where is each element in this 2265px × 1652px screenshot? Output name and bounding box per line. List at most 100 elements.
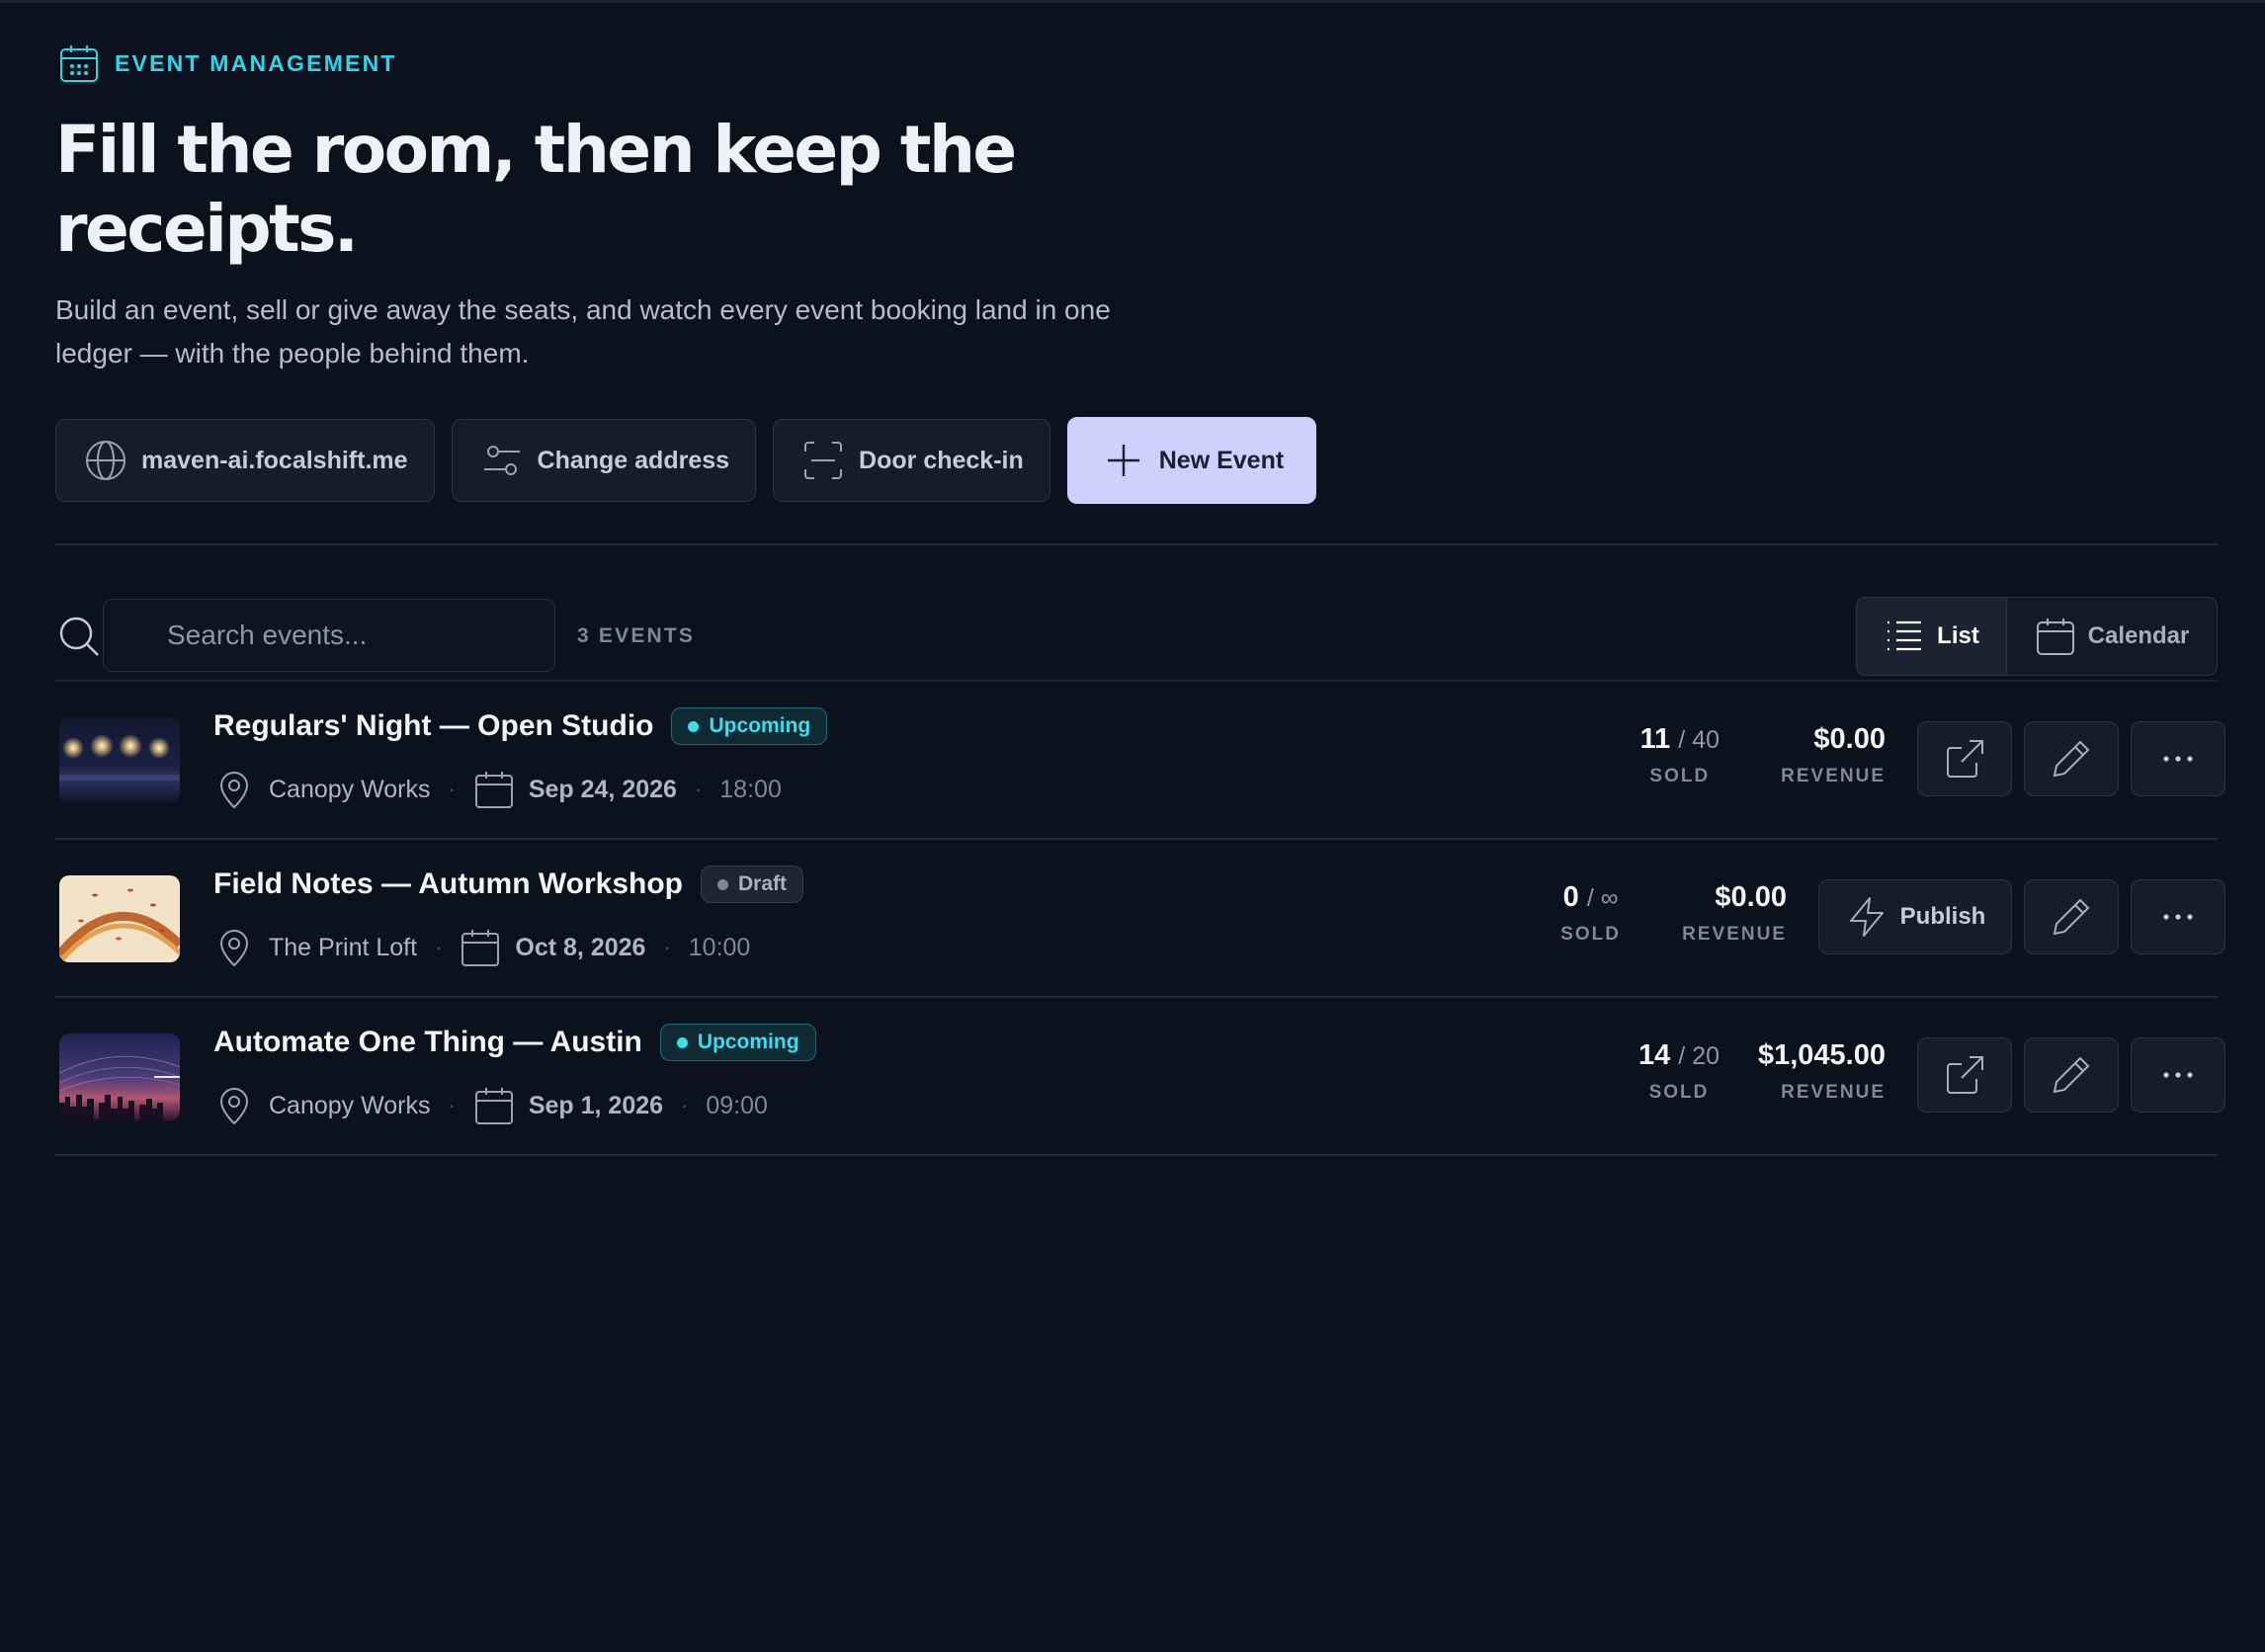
event-venue: The Print Loft [269, 933, 418, 961]
event-venue: Canopy Works [269, 775, 431, 803]
calendar-icon [474, 772, 513, 808]
event-count: 3 EVENTS [577, 624, 696, 647]
autumn-arc-thumbnail [59, 875, 180, 962]
event-meta: The Print Loft · Oct 8, 2026 · 10:00 [213, 927, 750, 968]
sold-count: 14 [1637, 1039, 1671, 1071]
page-subtitle: Build an event, sell or give away the se… [55, 294, 1111, 369]
more-options-button[interactable] [2131, 1037, 2225, 1113]
view-list-label: List [1937, 622, 1979, 649]
event-time: 10:00 [688, 933, 751, 961]
section-eyebrow: EVENT MANAGEMENT [59, 43, 397, 83]
search-icon [59, 617, 99, 656]
plus-icon [1107, 445, 1139, 476]
event-venue: Canopy Works [269, 1091, 431, 1119]
new-event-button[interactable]: New Event [1066, 417, 1317, 504]
event-title-line: Automate One Thing — Austin Upcoming [213, 1024, 816, 1061]
sold-stat: 0 / ∞ SOLD [1560, 881, 1621, 946]
capacity: / 40 [1678, 726, 1720, 754]
string-lights-thumbnail [59, 717, 180, 804]
publish-button[interactable]: Publish [1818, 879, 2012, 954]
status-badge: Draft [701, 866, 804, 903]
change-address-button[interactable]: Change address [451, 419, 757, 502]
capacity: / ∞ [1586, 884, 1619, 912]
revenue-stat: $0.00 REVENUE [1682, 881, 1787, 946]
event-title[interactable]: Automate One Thing — Austin [213, 1026, 642, 1059]
sold-count: 0 [1562, 881, 1579, 913]
edit-event-button[interactable] [2024, 879, 2119, 954]
sold-stat: 14 / 20 SOLD [1638, 1039, 1720, 1104]
meta-separator: · [448, 1093, 456, 1117]
revenue-stat: $1,045.00 REVENUE [1758, 1039, 1886, 1104]
map-pin-icon [219, 930, 249, 967]
sliders-icon [483, 446, 520, 475]
header-actions: maven-ai.focalshift.me Change address Do… [55, 417, 1317, 504]
edit-event-button[interactable] [2024, 721, 2119, 796]
more-options-button[interactable] [2131, 721, 2225, 796]
more-icon [2163, 1072, 2193, 1078]
status-badge: Upcoming [671, 707, 828, 745]
search-input[interactable] [103, 599, 555, 672]
map-pin-icon [219, 772, 249, 809]
status-dot [676, 1036, 688, 1048]
event-title[interactable]: Field Notes — Autumn Workshop [213, 867, 683, 901]
calendar-icon [2036, 619, 2074, 655]
more-icon [2163, 756, 2193, 762]
sold-label: SOLD [1560, 924, 1621, 945]
event-row[interactable]: Regulars' Night — Open Studio Upcoming C… [55, 682, 2225, 840]
domain-button[interactable]: maven-ai.focalshift.me [55, 419, 435, 502]
edit-event-button[interactable] [2024, 1037, 2119, 1113]
sold-stat: 11 / 40 SOLD [1640, 723, 1720, 787]
event-date: Sep 1, 2026 [528, 1091, 664, 1119]
page-headline: Fill the room, then keep the receipts. [55, 112, 1017, 267]
open-event-button[interactable] [1917, 721, 2012, 796]
capacity: / 20 [1678, 1042, 1720, 1070]
revenue-stat: $0.00 REVENUE [1781, 723, 1886, 787]
status-label: Draft [738, 872, 788, 895]
view-list-button[interactable]: List [1857, 598, 2007, 675]
meta-separator: · [448, 777, 456, 801]
event-row[interactable]: Field Notes — Autumn Workshop Draft The … [55, 840, 2225, 998]
header-divider [55, 543, 2218, 545]
new-event-label: New Event [1158, 446, 1285, 474]
door-checkin-button[interactable]: Door check-in [773, 419, 1050, 502]
publish-label: Publish [1899, 903, 1986, 930]
event-meta: Canopy Works · Sep 1, 2026 · 09:00 [213, 1085, 768, 1126]
sold-count: 11 [1639, 723, 1671, 755]
more-icon [2163, 914, 2193, 920]
calendar-icon [474, 1088, 513, 1124]
open-event-button[interactable] [1917, 1037, 2012, 1113]
event-time: 18:00 [719, 775, 782, 803]
map-pin-icon [219, 1088, 249, 1125]
more-options-button[interactable] [2131, 879, 2225, 954]
pencil-icon [2053, 1056, 2090, 1094]
change-address-label: Change address [537, 446, 730, 474]
meta-separator: · [435, 935, 443, 959]
event-time: 09:00 [706, 1091, 768, 1119]
sold-label: SOLD [1649, 766, 1711, 786]
status-badge: Upcoming [659, 1024, 816, 1061]
meta-separator: · [681, 1093, 689, 1117]
revenue-amount: $1,045.00 [1757, 1039, 1886, 1071]
event-title[interactable]: Regulars' Night — Open Studio [213, 709, 653, 743]
calendar-icon [60, 45, 98, 82]
event-title-line: Regulars' Night — Open Studio Upcoming [213, 707, 828, 745]
top-border [0, 0, 2265, 3]
scan-icon [804, 442, 843, 479]
event-thumbnail [59, 1033, 180, 1120]
city-skyline-thumbnail [59, 1033, 180, 1120]
event-thumbnail [59, 717, 180, 804]
view-calendar-button[interactable]: Calendar [2007, 598, 2217, 675]
status-label: Upcoming [697, 1031, 799, 1053]
event-row[interactable]: Automate One Thing — Austin Upcoming Can… [55, 998, 2225, 1156]
event-date: Oct 8, 2026 [515, 933, 646, 961]
meta-separator: · [694, 777, 703, 801]
domain-label: maven-ai.focalshift.me [141, 446, 408, 474]
status-label: Upcoming [709, 714, 811, 737]
revenue-label: REVENUE [1781, 766, 1886, 786]
external-link-icon [1947, 1056, 1983, 1094]
globe-icon [86, 441, 126, 480]
eyebrow-label: EVENT MANAGEMENT [115, 49, 397, 76]
status-dot [688, 720, 700, 732]
lightning-icon [1849, 897, 1884, 937]
event-date: Sep 24, 2026 [528, 775, 677, 803]
